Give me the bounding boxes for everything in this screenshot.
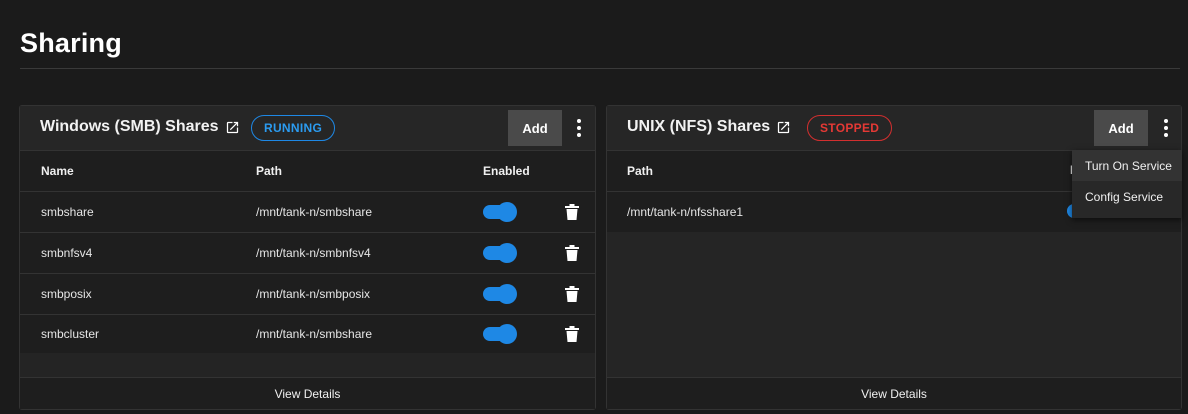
table-row[interactable]: smbposix /mnt/tank-n/smbposix (20, 274, 595, 315)
column-header-path[interactable]: Path (627, 150, 653, 191)
share-name: smbshare (41, 205, 94, 219)
share-path: /mnt/tank-n/smbposix (256, 287, 371, 301)
delete-icon[interactable] (565, 286, 579, 302)
column-header-enabled[interactable]: Enabled (483, 150, 530, 191)
more-vert-icon[interactable] (569, 118, 589, 138)
smb-card-title-text: Windows (SMB) Shares (40, 118, 219, 135)
nfs-add-button[interactable]: Add (1094, 110, 1148, 146)
share-name: smbcluster (41, 327, 100, 341)
smb-shares-card: Windows (SMB) Shares RUNNING Add Name Pa… (19, 105, 596, 410)
smb-view-details-button[interactable]: View Details (20, 377, 595, 409)
nfs-status-badge: STOPPED (807, 115, 893, 141)
column-header-path[interactable]: Path (256, 150, 282, 191)
nfs-card-title[interactable]: UNIX (NFS) Shares (627, 118, 791, 136)
enabled-toggle[interactable] (483, 284, 517, 304)
open-in-new-icon[interactable] (225, 120, 240, 135)
enabled-toggle[interactable] (483, 324, 517, 344)
nfs-view-details-button[interactable]: View Details (607, 377, 1181, 409)
page-title: Sharing (20, 28, 122, 58)
smb-card-title[interactable]: Windows (SMB) Shares (40, 118, 240, 136)
column-header-name[interactable]: Name (41, 150, 74, 191)
delete-icon[interactable] (565, 204, 579, 220)
share-path: /mnt/tank-n/smbnfsv4 (256, 246, 371, 260)
nfs-empty-area (607, 232, 1181, 377)
service-menu: Turn On Service Config Service (1072, 150, 1182, 218)
share-path: /mnt/tank-n/nfsshare1 (627, 205, 744, 219)
title-divider (20, 68, 1180, 69)
smb-table-spacer (20, 353, 595, 379)
table-row[interactable]: smbcluster /mnt/tank-n/smbshare (20, 314, 595, 355)
more-vert-icon[interactable] (1156, 118, 1176, 138)
enabled-toggle[interactable] (483, 202, 517, 222)
smb-status-badge: RUNNING (251, 115, 336, 141)
smb-card-header: Windows (SMB) Shares RUNNING Add (20, 106, 595, 151)
menu-item-config-service[interactable]: Config Service (1072, 181, 1182, 212)
table-row[interactable]: smbnfsv4 /mnt/tank-n/smbnfsv4 (20, 233, 595, 274)
share-name: smbnfsv4 (41, 246, 93, 260)
smb-table-header: Name Path Enabled (20, 150, 595, 192)
nfs-card-header: UNIX (NFS) Shares STOPPED Add (607, 106, 1181, 151)
menu-item-turn-on-service[interactable]: Turn On Service (1072, 150, 1182, 181)
table-row[interactable]: smbshare /mnt/tank-n/smbshare (20, 192, 595, 233)
enabled-toggle[interactable] (483, 243, 517, 263)
share-name: smbposix (41, 287, 92, 301)
share-path: /mnt/tank-n/smbshare (256, 327, 373, 341)
delete-icon[interactable] (565, 326, 579, 342)
nfs-card-title-text: UNIX (NFS) Shares (627, 118, 771, 135)
open-in-new-icon[interactable] (776, 120, 791, 135)
smb-add-button[interactable]: Add (508, 110, 562, 146)
delete-icon[interactable] (565, 245, 579, 261)
share-path: /mnt/tank-n/smbshare (256, 205, 373, 219)
